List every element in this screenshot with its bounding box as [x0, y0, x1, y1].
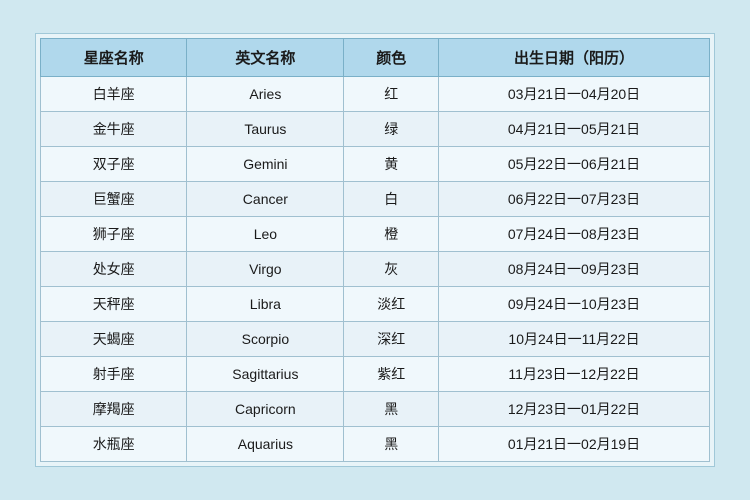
- header-chinese-name: 星座名称: [41, 39, 187, 77]
- table-row: 天蝎座Scorpio深红10月24日一11月22日: [41, 322, 710, 357]
- table-row: 水瓶座Aquarius黑01月21日一02月19日: [41, 427, 710, 462]
- cell-english-name: Virgo: [187, 252, 344, 287]
- cell-english-name: Capricorn: [187, 392, 344, 427]
- cell-chinese-name: 双子座: [41, 147, 187, 182]
- table-row: 天秤座Libra淡红09月24日一10月23日: [41, 287, 710, 322]
- cell-chinese-name: 处女座: [41, 252, 187, 287]
- cell-chinese-name: 天秤座: [41, 287, 187, 322]
- cell-dates: 05月22日一06月21日: [439, 147, 710, 182]
- cell-chinese-name: 白羊座: [41, 77, 187, 112]
- table-row: 金牛座Taurus绿04月21日一05月21日: [41, 112, 710, 147]
- header-dates: 出生日期（阳历）: [439, 39, 710, 77]
- cell-dates: 08月24日一09月23日: [439, 252, 710, 287]
- cell-color: 黑: [344, 392, 439, 427]
- cell-dates: 11月23日一12月22日: [439, 357, 710, 392]
- cell-english-name: Aquarius: [187, 427, 344, 462]
- cell-dates: 04月21日一05月21日: [439, 112, 710, 147]
- cell-color: 黄: [344, 147, 439, 182]
- cell-english-name: Taurus: [187, 112, 344, 147]
- cell-color: 灰: [344, 252, 439, 287]
- cell-english-name: Gemini: [187, 147, 344, 182]
- header-english-name: 英文名称: [187, 39, 344, 77]
- cell-english-name: Libra: [187, 287, 344, 322]
- cell-color: 橙: [344, 217, 439, 252]
- cell-english-name: Cancer: [187, 182, 344, 217]
- cell-chinese-name: 摩羯座: [41, 392, 187, 427]
- table-row: 处女座Virgo灰08月24日一09月23日: [41, 252, 710, 287]
- cell-color: 黑: [344, 427, 439, 462]
- table-row: 射手座Sagittarius紫红11月23日一12月22日: [41, 357, 710, 392]
- cell-color: 白: [344, 182, 439, 217]
- cell-chinese-name: 巨蟹座: [41, 182, 187, 217]
- zodiac-table-container: 星座名称 英文名称 颜色 出生日期（阳历） 白羊座Aries红03月21日一04…: [35, 33, 715, 467]
- cell-chinese-name: 水瓶座: [41, 427, 187, 462]
- table-row: 狮子座Leo橙07月24日一08月23日: [41, 217, 710, 252]
- zodiac-table: 星座名称 英文名称 颜色 出生日期（阳历） 白羊座Aries红03月21日一04…: [40, 38, 710, 462]
- cell-color: 深红: [344, 322, 439, 357]
- cell-dates: 10月24日一11月22日: [439, 322, 710, 357]
- cell-english-name: Sagittarius: [187, 357, 344, 392]
- cell-dates: 12月23日一01月22日: [439, 392, 710, 427]
- table-row: 巨蟹座Cancer白06月22日一07月23日: [41, 182, 710, 217]
- cell-dates: 09月24日一10月23日: [439, 287, 710, 322]
- cell-english-name: Scorpio: [187, 322, 344, 357]
- cell-dates: 01月21日一02月19日: [439, 427, 710, 462]
- table-row: 白羊座Aries红03月21日一04月20日: [41, 77, 710, 112]
- table-header-row: 星座名称 英文名称 颜色 出生日期（阳历）: [41, 39, 710, 77]
- cell-dates: 06月22日一07月23日: [439, 182, 710, 217]
- cell-dates: 07月24日一08月23日: [439, 217, 710, 252]
- table-body: 白羊座Aries红03月21日一04月20日金牛座Taurus绿04月21日一0…: [41, 77, 710, 462]
- cell-english-name: Leo: [187, 217, 344, 252]
- table-row: 双子座Gemini黄05月22日一06月21日: [41, 147, 710, 182]
- cell-dates: 03月21日一04月20日: [439, 77, 710, 112]
- cell-english-name: Aries: [187, 77, 344, 112]
- cell-chinese-name: 狮子座: [41, 217, 187, 252]
- cell-color: 紫红: [344, 357, 439, 392]
- cell-color: 红: [344, 77, 439, 112]
- cell-chinese-name: 天蝎座: [41, 322, 187, 357]
- cell-chinese-name: 金牛座: [41, 112, 187, 147]
- table-row: 摩羯座Capricorn黑12月23日一01月22日: [41, 392, 710, 427]
- header-color: 颜色: [344, 39, 439, 77]
- cell-color: 淡红: [344, 287, 439, 322]
- cell-chinese-name: 射手座: [41, 357, 187, 392]
- cell-color: 绿: [344, 112, 439, 147]
